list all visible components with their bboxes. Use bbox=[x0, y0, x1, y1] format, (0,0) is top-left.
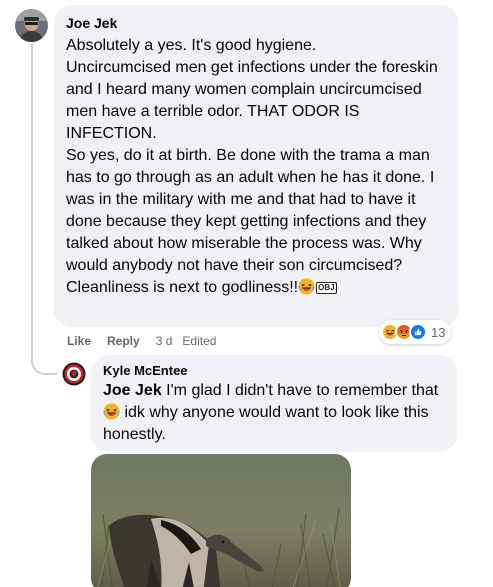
reaction-count: 13 bbox=[431, 324, 446, 340]
like-button[interactable]: Like bbox=[67, 334, 91, 348]
timestamp[interactable]: 3 d bbox=[156, 334, 173, 348]
comment-author[interactable]: Joe Jek bbox=[66, 15, 447, 31]
like-reaction-icon bbox=[409, 323, 427, 341]
reply-text-part: idk why anyone would want to look like t… bbox=[103, 404, 429, 443]
anteater-photo[interactable] bbox=[91, 454, 351, 587]
reply-author[interactable]: Kyle McEntee bbox=[103, 363, 445, 378]
reply-button[interactable]: Reply bbox=[107, 334, 140, 348]
comment-last-line-text: Cleanliness is next to godliness!! bbox=[66, 279, 299, 296]
comment-last-line: Cleanliness is next to godliness!! OBJ bbox=[66, 277, 447, 299]
comment-paragraph: Absolutely a yes. It's good hygiene. bbox=[66, 37, 317, 54]
obj-badge: OBJ bbox=[316, 282, 337, 294]
comment-text: Absolutely a yes. It's good hygiene. Unc… bbox=[66, 35, 447, 299]
reactions-summary[interactable]: 13 bbox=[379, 320, 452, 344]
comment-bubble: Joe Jek Absolutely a yes. It's good hygi… bbox=[54, 5, 459, 327]
avatar[interactable] bbox=[15, 9, 48, 42]
comment-actions: Like Reply 3 d Edited bbox=[67, 334, 226, 348]
comment-paragraph: Uncircumcised men get infections under t… bbox=[66, 59, 438, 142]
laughing-emoji-icon bbox=[103, 403, 120, 420]
avatar[interactable] bbox=[61, 361, 87, 387]
mention-link[interactable]: Joe Jek bbox=[103, 382, 162, 399]
comment-paragraph: So yes, do it at birth. Be done with the… bbox=[66, 147, 435, 274]
thread-connector bbox=[31, 345, 57, 375]
reply-text: Joe Jek I'm glad I didn't have to rememb… bbox=[103, 380, 445, 446]
edited-label[interactable]: Edited bbox=[182, 334, 216, 348]
reply-bubble: Kyle McEntee Joe Jek I'm glad I didn't h… bbox=[91, 355, 457, 452]
laughing-emoji-icon bbox=[298, 278, 315, 295]
thread-line bbox=[31, 44, 33, 362]
reply-text-part: I'm glad I didn't have to remember that bbox=[161, 382, 439, 399]
